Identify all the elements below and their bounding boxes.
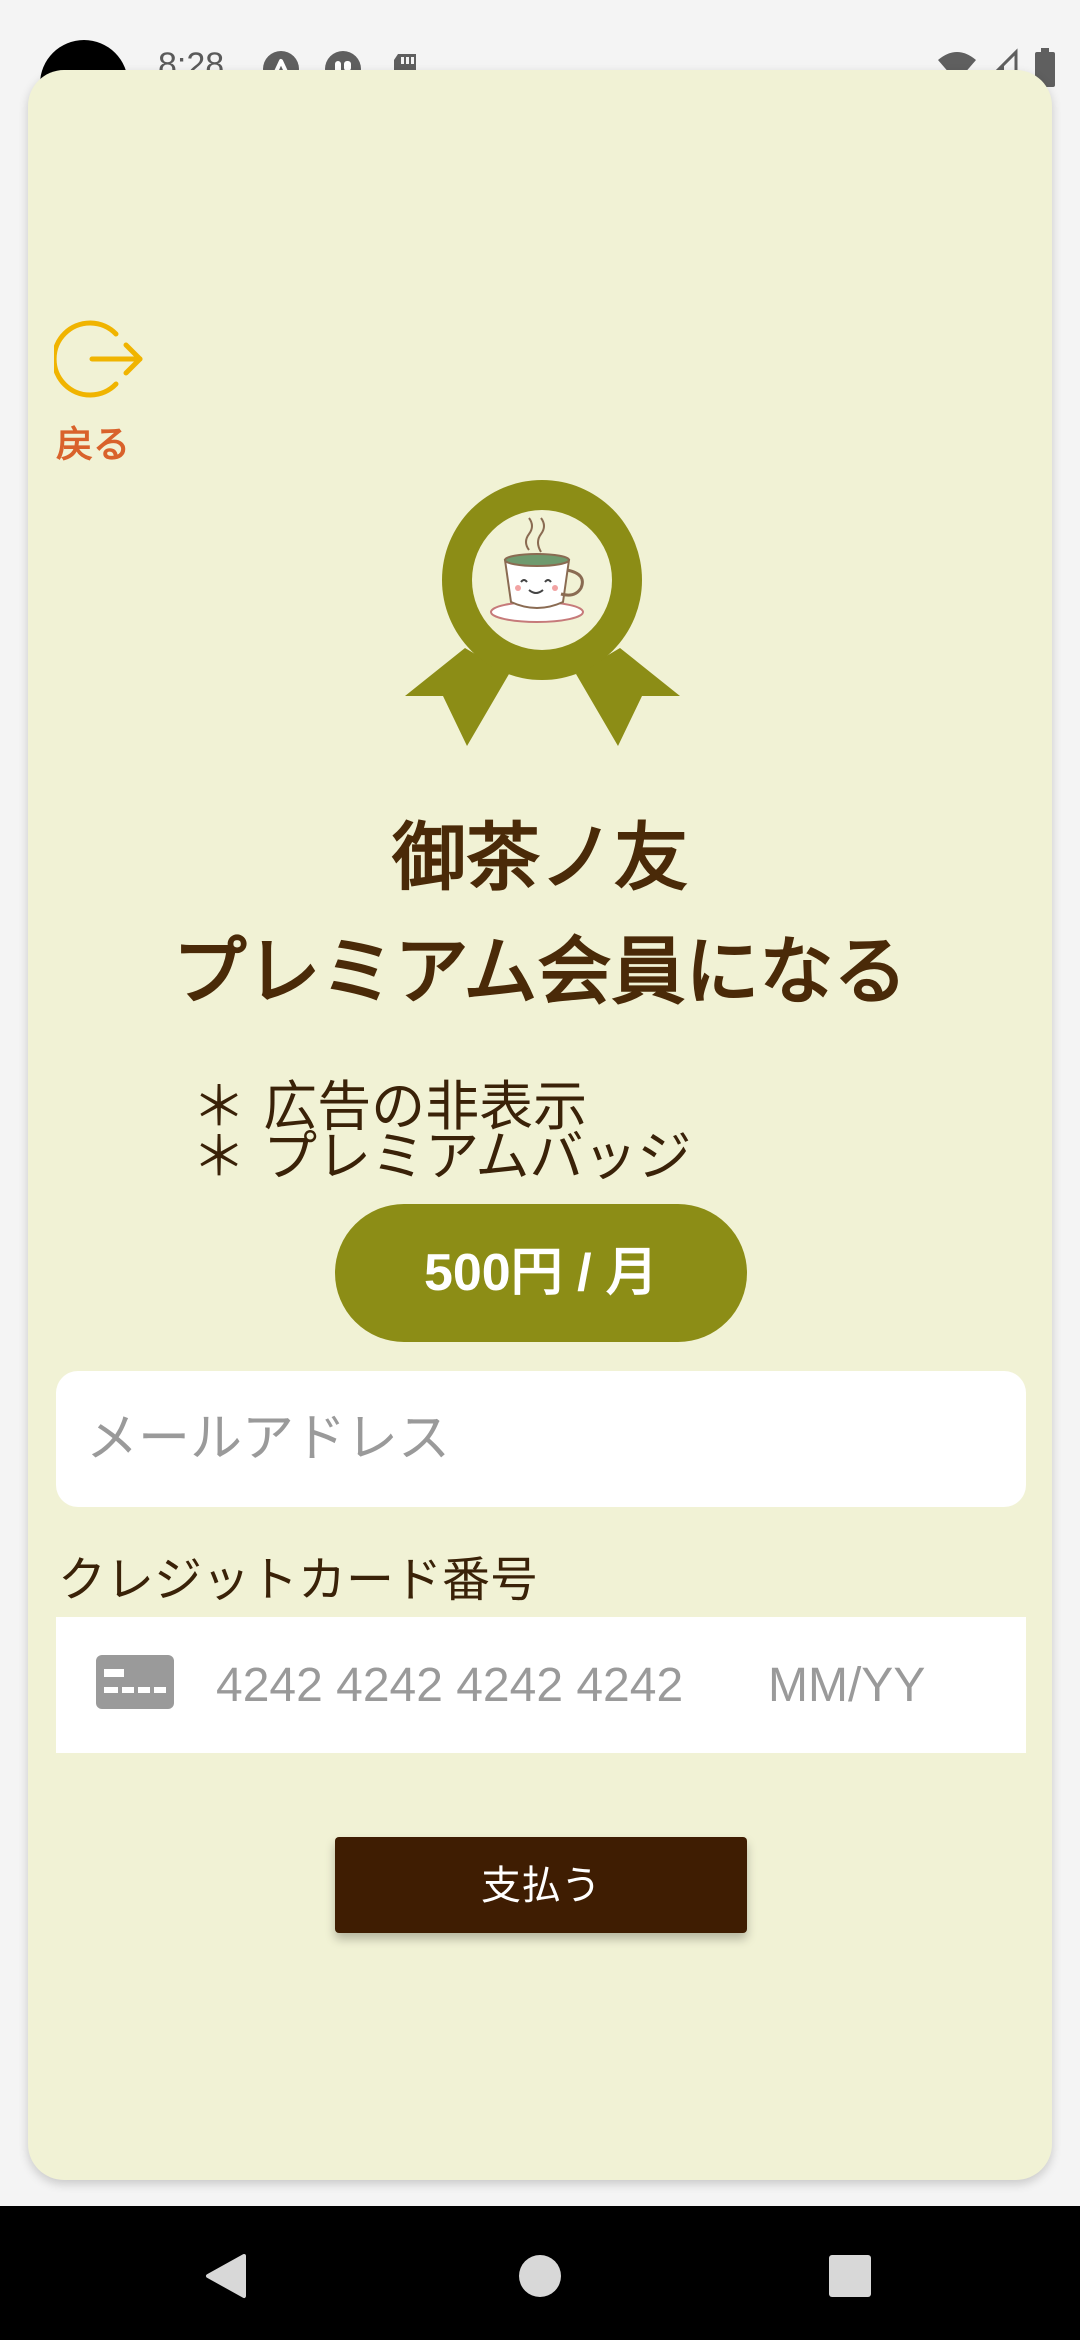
back-button[interactable]: 戻る — [54, 316, 150, 466]
credit-card-icon — [96, 1655, 174, 1709]
recents-square-icon[interactable] — [810, 2236, 890, 2316]
credit-card-input[interactable] — [56, 1617, 1026, 1753]
page-title-app-name: 御茶ノ友 — [392, 815, 688, 901]
benefit-item: ＊ プレミアムバッジ — [192, 1125, 692, 1188]
logout-arrow-icon — [54, 320, 143, 398]
back-label: 戻る — [56, 423, 130, 466]
pay-button[interactable]: 支払う — [335, 1837, 747, 1933]
price-badge: 500円 / 月 — [335, 1204, 747, 1342]
page-title-subtitle: プレミアム会員になる — [172, 929, 908, 1015]
card-expiry-input[interactable] — [768, 1617, 988, 1753]
back-triangle-icon[interactable] — [186, 2236, 266, 2316]
email-field[interactable] — [56, 1371, 1026, 1507]
card-number-label: クレジットカード番号 — [58, 1552, 539, 1608]
card-number-input[interactable] — [216, 1617, 776, 1753]
system-nav-bar — [0, 2206, 1080, 2340]
tea-cup-ribbon-badge-icon — [405, 480, 680, 746]
home-circle-icon[interactable] — [500, 2236, 580, 2316]
